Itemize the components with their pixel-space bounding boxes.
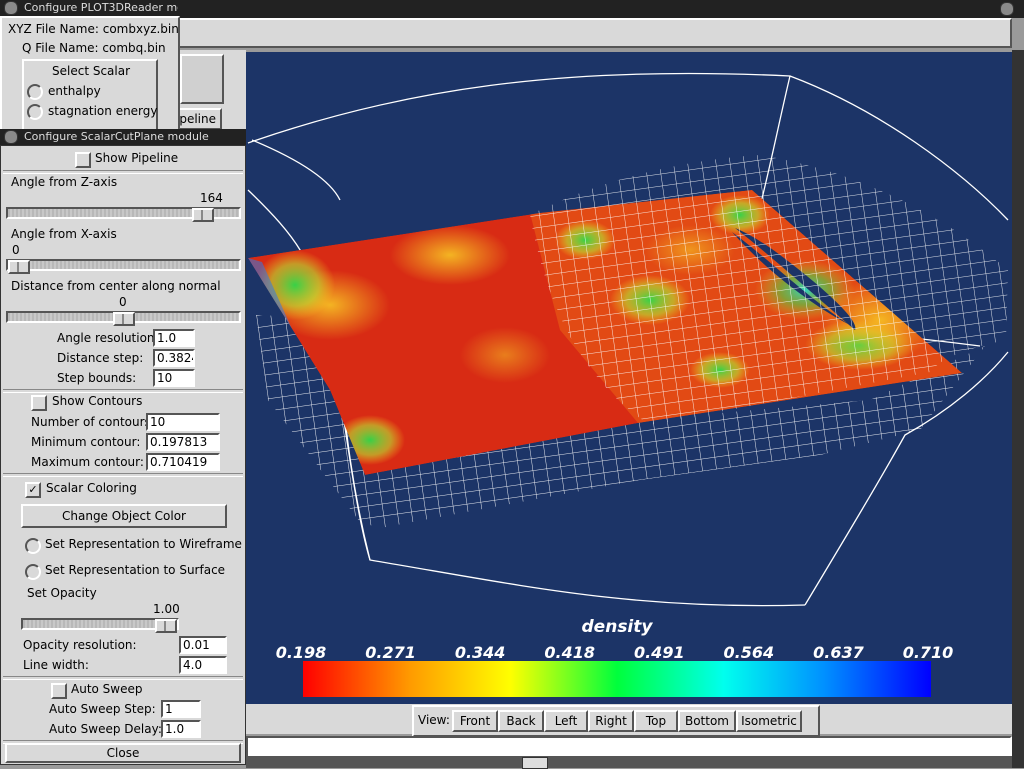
angle-x-slider[interactable]	[6, 259, 241, 274]
distance-step-input[interactable]: 0.3824	[153, 349, 195, 367]
angle-z-label: Angle from Z-axis	[11, 175, 118, 189]
check-mark-icon: ✓	[28, 483, 38, 496]
select-scalar-label: Select Scalar	[52, 64, 131, 78]
radio-surface[interactable]	[25, 564, 41, 580]
colorbar-tick-label: 0.418	[544, 643, 595, 662]
auto-sweep-step-label: Auto Sweep Step:	[49, 702, 156, 716]
right-edge-strip	[1012, 50, 1024, 768]
line-width-label: Line width:	[23, 658, 89, 672]
show-contours-label[interactable]: Show Contours	[52, 394, 142, 408]
render-viewport[interactable]: density 0.198 0.271 0.344 0.418 0.491 0.564 0.…	[246, 52, 1012, 704]
distance-slider[interactable]	[6, 311, 241, 326]
view-front-button[interactable]: Front	[452, 710, 498, 732]
auto-sweep-delay-input[interactable]: 1.0	[161, 720, 201, 738]
auto-sweep-delay-label: Auto Sweep Delay:	[49, 722, 162, 736]
radio-wireframe[interactable]	[25, 538, 41, 554]
angle-x-label: Angle from X-axis	[11, 227, 117, 241]
scalar-stagnation-energy-label: stagnation energy	[48, 104, 158, 118]
distance-label: Distance from center along normal	[11, 279, 221, 293]
bottom-strip	[246, 756, 1012, 768]
opacity-resolution-label: Opacity resolution:	[23, 638, 137, 652]
step-bounds-label: Step bounds:	[57, 371, 137, 385]
close-button[interactable]: Close	[5, 743, 241, 763]
change-object-color-button[interactable]: Change Object Color	[21, 504, 227, 528]
angle-resolution-input[interactable]: 1.0	[153, 329, 195, 347]
view-bottom-button[interactable]: Bottom	[678, 710, 736, 732]
colorbar	[303, 661, 931, 697]
view-label: View:	[418, 713, 450, 727]
scalar-coloring-label[interactable]: Scalar Coloring	[46, 481, 137, 495]
step-bounds-input[interactable]: 10	[153, 369, 195, 387]
auto-sweep-checkbox[interactable]	[51, 683, 67, 699]
opacity-slider[interactable]	[21, 618, 179, 633]
scalar-enthalpy-label: enthalpy	[48, 84, 101, 98]
opacity-label: Set Opacity	[27, 586, 97, 600]
num-contours-label: Number of contours:	[31, 415, 155, 429]
cutplane-titlebar[interactable]: Configure ScalarCutPlane module	[0, 129, 246, 145]
min-contour-label: Minimum contour:	[31, 435, 141, 449]
view-left-button[interactable]: Left	[544, 710, 588, 732]
auto-sweep-label[interactable]: Auto Sweep	[71, 682, 143, 696]
window-menu-icon[interactable]	[4, 1, 18, 15]
view-back-button[interactable]: Back	[498, 710, 544, 732]
surface-label[interactable]: Set Representation to Surface	[45, 563, 225, 577]
hidden-panel-button[interactable]	[180, 54, 224, 104]
taskbar-item[interactable]	[522, 757, 548, 769]
auto-sweep-step-input[interactable]: 1	[161, 700, 201, 718]
opacity-value: 1.00	[153, 602, 180, 616]
cutplane-title: Configure ScalarCutPlane module	[24, 130, 209, 143]
colorbar-tick-label: 0.344	[455, 643, 506, 662]
colorbar-tick-label: 0.271	[365, 643, 416, 662]
wireframe-label[interactable]: Set Representation to Wireframe	[45, 537, 242, 551]
cutplane-config-window: Show Pipeline Angle from Z-axis 164 Angl…	[0, 145, 246, 765]
angle-x-slider-thumb[interactable]	[8, 260, 30, 274]
radio-enthalpy[interactable]	[27, 84, 43, 100]
xyz-file-label: XYZ File Name: combxyz.bin	[8, 22, 179, 36]
render-canvas[interactable]: density 0.198 0.271 0.344 0.418 0.491 0.564 0.…	[246, 52, 1012, 704]
distance-slider-thumb[interactable]	[113, 312, 135, 326]
radio-stagnation-energy[interactable]	[27, 104, 43, 120]
status-entry[interactable]	[246, 736, 1012, 758]
angle-z-value: 164	[200, 191, 223, 205]
colorbar-tick-label: 0.491	[634, 643, 685, 662]
opacity-slider-thumb[interactable]	[155, 619, 177, 633]
colorbar-tick-label: 0.710	[903, 643, 954, 662]
colorbar-tick-label: 0.198	[276, 643, 327, 662]
angle-z-slider[interactable]	[6, 207, 241, 222]
angle-resolution-label: Angle resolution:	[57, 331, 159, 345]
view-top-button[interactable]: Top	[634, 710, 678, 732]
distance-step-label: Distance step:	[57, 351, 144, 365]
show-contours-checkbox[interactable]	[31, 395, 47, 411]
show-pipeline-checkbox[interactable]	[75, 152, 91, 168]
view-right-button[interactable]: Right	[588, 710, 634, 732]
line-width-input[interactable]: 4.0	[179, 656, 227, 674]
angle-x-value: 0	[12, 243, 20, 257]
distance-value: 0	[119, 295, 127, 309]
colorbar-tick-label: 0.637	[813, 643, 864, 662]
max-contour-input[interactable]: 0.710419	[146, 453, 220, 471]
show-pipeline-label[interactable]: Show Pipeline	[95, 151, 178, 165]
num-contours-input[interactable]: 10	[146, 413, 220, 431]
q-file-label: Q File Name: combq.bin	[22, 41, 166, 55]
view-button-bar: View: Front Back Left Right Top Bottom Isometr…	[412, 705, 820, 737]
plot3d-titlebar[interactable]: Configure PLOT3DReader modul	[0, 0, 178, 16]
colorbar-title: density	[582, 617, 654, 637]
scalar-coloring-checkbox[interactable]: ✓	[25, 482, 41, 498]
colorbar-tick-label: 0.564	[724, 643, 775, 662]
main-close-icon[interactable]	[1000, 2, 1014, 16]
max-contour-label: Maximum contour:	[31, 455, 144, 469]
window-menu-icon[interactable]	[4, 130, 18, 144]
opacity-resolution-input[interactable]: 0.01	[179, 636, 227, 654]
plot3d-title: Configure PLOT3DReader modul	[24, 1, 178, 14]
view-isometric-button[interactable]: Isometric	[736, 710, 802, 732]
angle-z-slider-thumb[interactable]	[192, 208, 214, 222]
min-contour-input[interactable]: 0.197813	[146, 433, 220, 451]
